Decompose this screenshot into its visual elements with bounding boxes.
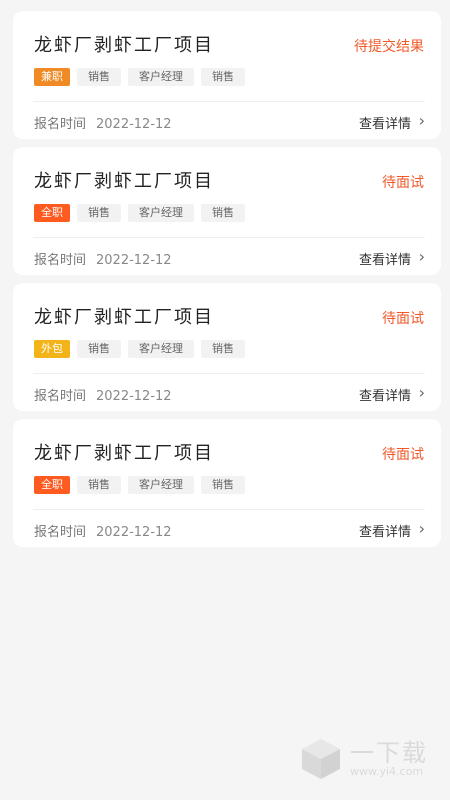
job-type-badge: 外包 xyxy=(34,340,70,358)
watermark: 一下载 www.yi4.com xyxy=(298,736,428,782)
signup-date: 2022-12-12 xyxy=(96,117,172,132)
application-list: 龙虾厂剥虾工厂项目 待提交结果 兼职 销售 客户经理 销售 报名时间 2022-1… xyxy=(13,11,441,555)
application-card[interactable]: 龙虾厂剥虾工厂项目 待提交结果 兼职 销售 客户经理 销售 报名时间 2022-1… xyxy=(13,11,441,139)
watermark-text: 一下载 www.yi4.com xyxy=(350,740,428,778)
view-details-link[interactable]: 查看详情 xyxy=(359,249,411,268)
signup-label: 报名时间 xyxy=(34,117,87,132)
tag: 客户经理 xyxy=(128,68,194,86)
tag: 销售 xyxy=(201,340,245,358)
signup-label: 报名时间 xyxy=(34,389,87,404)
view-details-link[interactable]: 查看详情 xyxy=(359,521,411,540)
status-text: 待面试 xyxy=(382,175,424,191)
signup-meta: 报名时间 2022-12-12 xyxy=(34,521,172,540)
tag: 销售 xyxy=(201,476,245,494)
chevron-right-icon[interactable]: › xyxy=(419,113,425,129)
signup-date: 2022-12-12 xyxy=(96,525,172,540)
project-title: 龙虾厂剥虾工厂项目 xyxy=(34,307,214,328)
signup-date: 2022-12-12 xyxy=(96,253,172,268)
signup-meta: 报名时间 2022-12-12 xyxy=(34,249,172,268)
project-title: 龙虾厂剥虾工厂项目 xyxy=(34,35,214,56)
chevron-right-icon[interactable]: › xyxy=(419,521,425,537)
tag: 客户经理 xyxy=(128,204,194,222)
view-details-link[interactable]: 查看详情 xyxy=(359,113,411,132)
application-card[interactable]: 龙虾厂剥虾工厂项目 待面试 全职 销售 客户经理 销售 报名时间 2022-12-… xyxy=(13,147,441,275)
project-title: 龙虾厂剥虾工厂项目 xyxy=(34,171,214,192)
tag: 客户经理 xyxy=(128,476,194,494)
cube-icon xyxy=(302,739,340,779)
signup-label: 报名时间 xyxy=(34,253,87,268)
chevron-right-icon[interactable]: › xyxy=(419,385,425,401)
divider xyxy=(33,509,425,510)
tag-row: 兼职 销售 客户经理 销售 xyxy=(34,68,245,86)
divider xyxy=(33,101,425,102)
page: 龙虾厂剥虾工厂项目 待提交结果 兼职 销售 客户经理 销售 报名时间 2022-1… xyxy=(0,0,450,800)
signup-date: 2022-12-12 xyxy=(96,389,172,404)
tag: 客户经理 xyxy=(128,340,194,358)
divider xyxy=(33,237,425,238)
application-card[interactable]: 龙虾厂剥虾工厂项目 待面试 全职 销售 客户经理 销售 报名时间 2022-12-… xyxy=(13,419,441,547)
application-card[interactable]: 龙虾厂剥虾工厂项目 待面试 外包 销售 客户经理 销售 报名时间 2022-12-… xyxy=(13,283,441,411)
chevron-right-icon[interactable]: › xyxy=(419,249,425,265)
tag-row: 全职 销售 客户经理 销售 xyxy=(34,204,245,222)
status-text: 待面试 xyxy=(382,311,424,327)
status-text: 待提交结果 xyxy=(354,39,424,55)
tag-row: 全职 销售 客户经理 销售 xyxy=(34,476,245,494)
tag: 销售 xyxy=(201,204,245,222)
job-type-badge: 全职 xyxy=(34,476,70,494)
job-type-badge: 全职 xyxy=(34,204,70,222)
signup-meta: 报名时间 2022-12-12 xyxy=(34,385,172,404)
tag: 销售 xyxy=(77,204,121,222)
signup-label: 报名时间 xyxy=(34,525,87,540)
watermark-brand: 一下载 xyxy=(350,739,428,767)
project-title: 龙虾厂剥虾工厂项目 xyxy=(34,443,214,464)
status-text: 待面试 xyxy=(382,447,424,463)
watermark-site: www.yi4.com xyxy=(350,765,424,778)
tag: 销售 xyxy=(77,340,121,358)
tag-row: 外包 销售 客户经理 销售 xyxy=(34,340,245,358)
tag: 销售 xyxy=(77,476,121,494)
tag: 销售 xyxy=(77,68,121,86)
divider xyxy=(33,373,425,374)
view-details-link[interactable]: 查看详情 xyxy=(359,385,411,404)
signup-meta: 报名时间 2022-12-12 xyxy=(34,113,172,132)
job-type-badge: 兼职 xyxy=(34,68,70,86)
tag: 销售 xyxy=(201,68,245,86)
